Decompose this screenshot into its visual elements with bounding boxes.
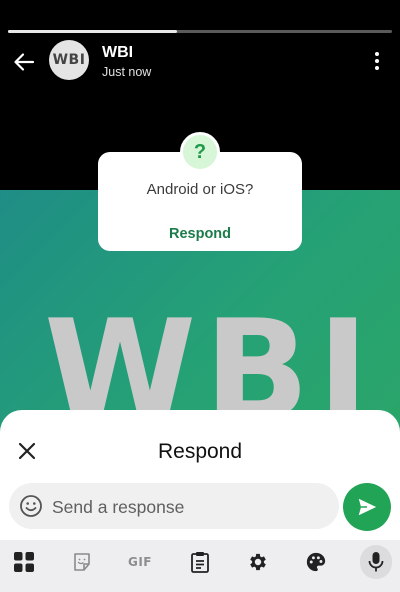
send-button[interactable] [343,483,391,531]
clipboard-button[interactable] [184,548,216,576]
status-timestamp: Just now [102,65,152,79]
gif-button[interactable]: GIF [124,548,156,576]
avatar[interactable]: WBI [49,40,89,80]
emoji-button[interactable] [19,494,43,518]
gif-label: GIF [127,555,152,569]
more-vertical-icon-dot [375,66,379,70]
question-mark-icon: ? [180,132,220,172]
sticker-question-text: Android or iOS? [146,181,254,198]
emoji-icon [20,495,42,517]
status-progress-bar [8,30,392,33]
apps-grid-button[interactable] [8,548,40,576]
status-progress-fill [8,30,177,33]
sticker-respond-button[interactable]: Respond [98,226,302,242]
apps-grid-icon [14,552,34,572]
more-vertical-icon-dot [375,59,379,63]
back-button[interactable] [10,48,38,76]
voice-input-button[interactable] [360,545,392,579]
microphone-icon [368,552,384,572]
palette-icon [306,552,326,572]
sticker-icon [74,553,90,571]
sender-name[interactable]: WBI [102,44,133,62]
more-vertical-icon [375,52,379,56]
clipboard-icon [191,552,209,573]
send-icon [358,498,377,516]
arrow-left-icon [14,53,35,71]
more-options-button[interactable] [366,48,388,74]
sheet-title: Respond [157,440,243,463]
settings-gear-icon [250,553,266,571]
avatar-logo-text: WBI [52,52,86,68]
response-input[interactable] [52,488,328,526]
settings-button[interactable] [242,548,274,576]
sticker-button[interactable] [66,548,98,576]
theme-button[interactable] [300,548,332,576]
